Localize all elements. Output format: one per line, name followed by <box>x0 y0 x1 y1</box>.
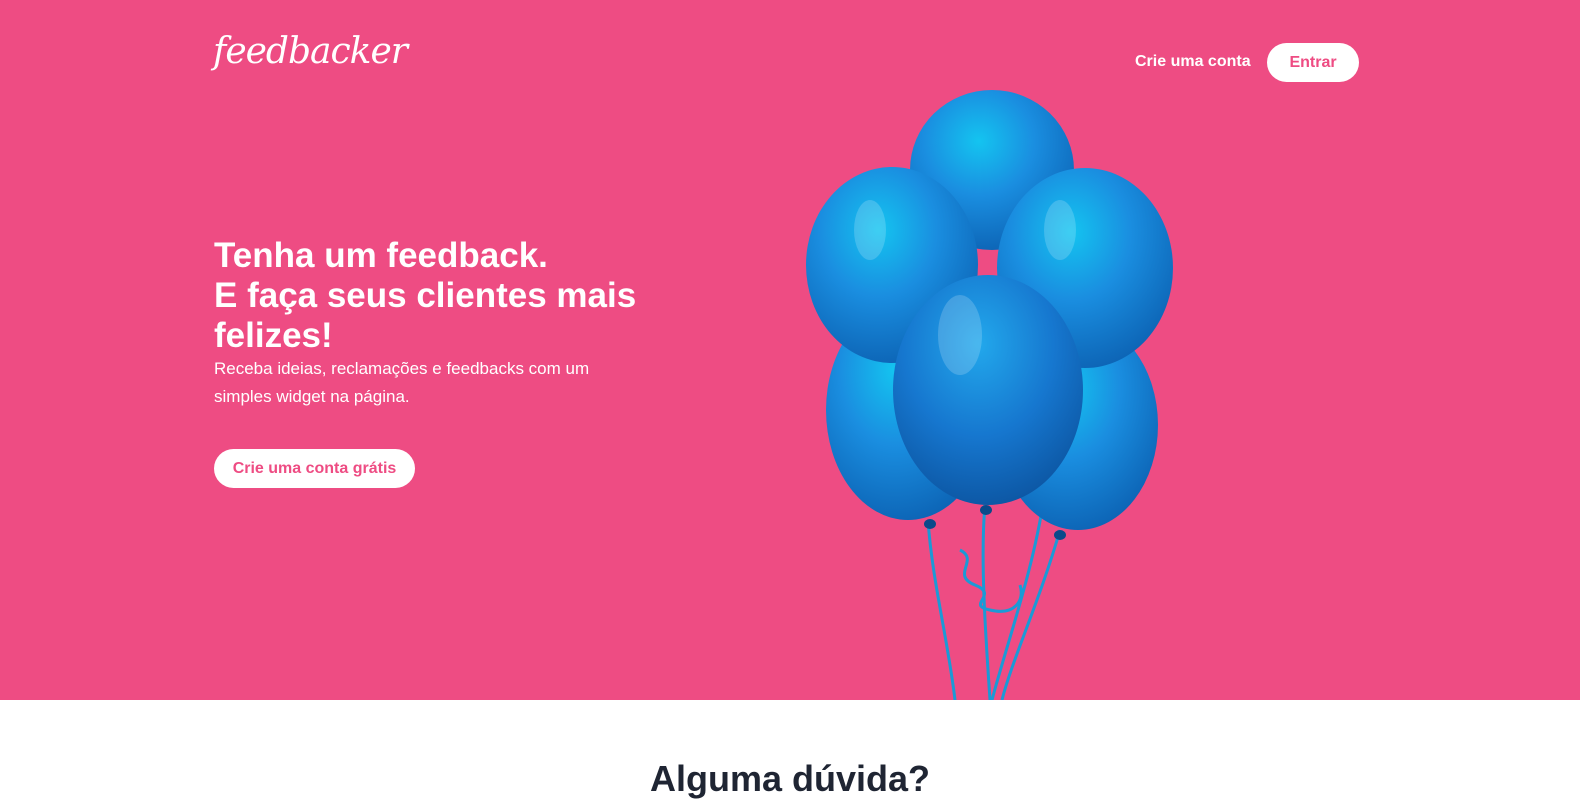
hero-headline: Tenha um feedback. E faça seus clientes … <box>214 236 654 356</box>
create-free-account-button[interactable]: Crie uma conta grátis <box>214 449 415 488</box>
balloons-image <box>806 90 1173 700</box>
feedbacker-logo[interactable]: feedbacker <box>213 34 408 70</box>
headline-line-1: Tenha um feedback. <box>214 236 548 275</box>
faq-title: Alguma dúvida? <box>649 758 931 799</box>
balloon-strings <box>926 504 1062 700</box>
balloon-front <box>893 275 1083 505</box>
hero-subtext: Receba ideias, reclamações e feedbacks c… <box>214 359 590 406</box>
signup-link[interactable]: Crie uma conta <box>1135 53 1251 71</box>
login-button[interactable]: Entrar <box>1267 43 1359 82</box>
headline-line-2: E faça seus clientes mais <box>214 276 637 315</box>
hero-section: feedbacker Crie uma conta Entrar Tenha u… <box>0 0 1580 700</box>
headline-line-3: felizes! <box>214 316 333 355</box>
